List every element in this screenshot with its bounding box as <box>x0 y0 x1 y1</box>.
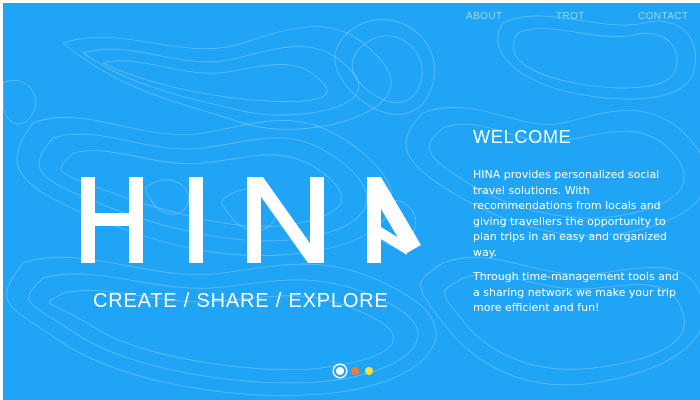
carousel-dot-3[interactable] <box>365 367 373 375</box>
welcome-heading: WELCOME <box>473 127 572 147</box>
nav-link-about[interactable]: ABOUT <box>466 11 502 22</box>
features-paragraph: Through time-management tools and a shar… <box>473 270 679 314</box>
carousel-dot-2[interactable] <box>351 367 359 375</box>
carousel-dot-1[interactable] <box>334 365 346 377</box>
hero-section: ABOUT TROT CONTACT CREATE / SHARE / EXPL… <box>0 0 700 400</box>
nav-link-contact[interactable]: CONTACT <box>638 11 688 22</box>
main-nav: ABOUT TROT CONTACT <box>3 11 700 27</box>
nav-link-trot[interactable]: TROT <box>556 11 585 22</box>
intro-paragraph: HINA provides personalized social travel… <box>473 168 667 259</box>
hero-tagline: CREATE / SHARE / EXPLORE <box>93 290 389 312</box>
hina-logo <box>81 177 421 263</box>
